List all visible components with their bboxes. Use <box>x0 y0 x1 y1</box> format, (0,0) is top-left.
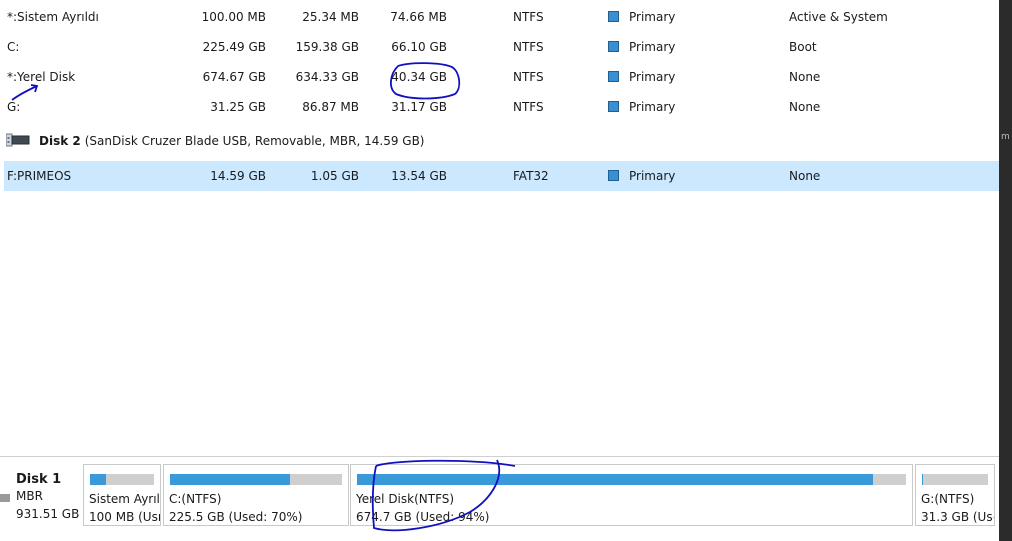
partition-row[interactable]: *:Sistem Ayrıldı 100.00 MB 25.34 MB 74.6… <box>4 2 999 32</box>
disk-map-partition[interactable]: G:(NTFS) 31.3 GB (Us‹ <box>915 464 995 526</box>
partition-unused: 66.10 GB <box>391 40 447 54</box>
partition-name: C: <box>7 40 20 54</box>
partition-capacity: 674.67 GB <box>202 70 266 84</box>
primary-type-icon <box>608 101 619 112</box>
usb-drive-icon <box>6 133 30 147</box>
partition-map-detail: 100 MB (Usı <box>89 510 161 524</box>
partition-map-label: Yerel Disk(NTFS) <box>356 492 455 506</box>
partition-unused: 74.66 MB <box>390 10 447 24</box>
partition-type-label: Primary <box>629 100 676 114</box>
partition-used: 86.87 MB <box>302 100 359 114</box>
partition-used: 159.38 GB <box>295 40 359 54</box>
partition-capacity: 100.00 MB <box>201 10 266 24</box>
usage-bar-fill <box>357 474 874 485</box>
partition-map-label: Sistem Ayrılı <box>89 492 161 506</box>
partition-capacity: 31.25 GB <box>210 100 266 114</box>
usage-bar-fill <box>90 474 106 485</box>
right-panel-edge: m <box>999 0 1012 541</box>
partition-filesystem: NTFS <box>513 40 544 54</box>
partition-row[interactable]: *:Yerel Disk 674.67 GB 634.33 GB 40.34 G… <box>4 62 999 92</box>
usage-bar-fill <box>922 474 923 485</box>
disk-1-style: MBR <box>16 489 43 503</box>
partition-used: 634.33 GB <box>295 70 359 84</box>
partition-row-selected[interactable]: F:PRIMEOS 14.59 GB 1.05 GB 13.54 GB FAT3… <box>4 161 999 191</box>
partition-name: *:Sistem Ayrıldı <box>7 10 99 24</box>
partition-status: None <box>789 70 821 84</box>
partition-status: Active & System <box>789 10 888 24</box>
primary-type-icon <box>608 71 619 82</box>
disk-2-description: (SanDisk Cruzer Blade USB, Removable, MB… <box>84 134 425 148</box>
partition-name: F:PRIMEOS <box>7 169 72 183</box>
partition-unused: 40.34 GB <box>391 70 447 84</box>
partition-type-label: Primary <box>629 40 676 54</box>
hard-disk-icon <box>0 494 10 502</box>
partition-type: Primary <box>608 169 675 183</box>
partition-status: None <box>789 169 821 183</box>
disk-map-partition[interactable]: Yerel Disk(NTFS) 674.7 GB (Used: 94%) <box>350 464 913 526</box>
usage-bar <box>170 474 342 485</box>
primary-type-icon <box>608 41 619 52</box>
partition-type: Primary <box>608 10 675 24</box>
disk-map: Disk 1 MBR 931.51 GB Sistem Ayrılı 100 M… <box>0 462 999 526</box>
partition-name: *:Yerel Disk <box>7 70 76 84</box>
partition-filesystem: NTFS <box>513 100 544 114</box>
partition-row[interactable]: C: 225.49 GB 159.38 GB 66.10 GB NTFS Pri… <box>4 32 999 62</box>
partition-type: Primary <box>608 100 675 114</box>
usage-bar <box>357 474 906 485</box>
partition-filesystem: FAT32 <box>513 169 549 183</box>
partition-status: None <box>789 100 821 114</box>
partition-map-detail: 225.5 GB (Used: 70%) <box>169 510 303 524</box>
disk-2-header[interactable]: Disk 2 (SanDisk Cruzer Blade USB, Removab… <box>6 130 999 152</box>
partition-used: 1.05 GB <box>310 169 359 183</box>
partition-unused: 31.17 GB <box>391 100 447 114</box>
partition-row[interactable]: G: 31.25 GB 86.87 MB 31.17 GB NTFS Prima… <box>4 92 999 122</box>
partition-capacity: 14.59 GB <box>210 169 266 183</box>
partition-unused: 13.54 GB <box>391 169 447 183</box>
partition-map-label: C:(NTFS) <box>169 492 222 506</box>
primary-type-icon <box>608 170 619 181</box>
usage-bar <box>90 474 154 485</box>
usage-bar <box>922 474 988 485</box>
partition-type: Primary <box>608 70 675 84</box>
disk-1-map-label[interactable]: Disk 1 MBR 931.51 GB <box>0 462 80 526</box>
partition-type-label: Primary <box>629 10 676 24</box>
disk-1-name: Disk 1 <box>16 472 62 487</box>
panel-edge-glyph: m <box>1001 132 1010 142</box>
partition-status: Boot <box>789 40 817 54</box>
partition-map-label: G:(NTFS) <box>921 492 975 506</box>
disk-map-partition[interactable]: C:(NTFS) 225.5 GB (Used: 70%) <box>163 464 349 526</box>
disk-2-title: Disk 2 (SanDisk Cruzer Blade USB, Removab… <box>39 134 425 148</box>
usage-bar-fill <box>170 474 291 485</box>
partition-map-detail: 674.7 GB (Used: 94%) <box>356 510 490 524</box>
disk-map-partition[interactable]: Sistem Ayrılı 100 MB (Usı <box>83 464 161 526</box>
partition-map-detail: 31.3 GB (Us‹ <box>921 510 995 524</box>
disk-1-size: 931.51 GB <box>16 507 80 521</box>
partition-used: 25.34 MB <box>302 10 359 24</box>
primary-type-icon <box>608 11 619 22</box>
disk-2-label: Disk 2 <box>39 134 81 148</box>
partition-capacity: 225.49 GB <box>202 40 266 54</box>
partition-type: Primary <box>608 40 675 54</box>
partition-name: G: <box>7 100 21 114</box>
partition-type-label: Primary <box>629 169 676 183</box>
partition-filesystem: NTFS <box>513 10 544 24</box>
partition-filesystem: NTFS <box>513 70 544 84</box>
partition-type-label: Primary <box>629 70 676 84</box>
disk-map-divider <box>0 456 999 457</box>
